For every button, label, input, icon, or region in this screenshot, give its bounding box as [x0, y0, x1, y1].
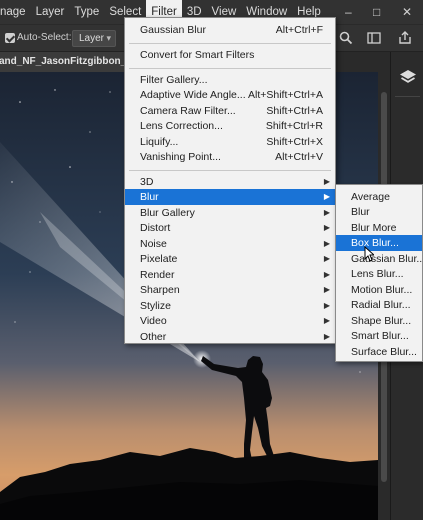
- maximize-button[interactable]: □: [373, 0, 380, 24]
- menu-item-label: Stylize: [140, 300, 171, 312]
- menu-item-liquify[interactable]: Liquify... Shift+Ctrl+X: [125, 134, 335, 150]
- menu-item-label: Blur: [140, 191, 159, 203]
- menu-item-filter-gallery[interactable]: Filter Gallery...: [125, 72, 335, 88]
- menu-item-label: Sharpen: [140, 284, 180, 296]
- menu-item-label: Adaptive Wide Angle...: [140, 89, 246, 101]
- submenu-arrow-icon: ▶: [323, 177, 330, 186]
- menu-item-adaptive-wide-angle[interactable]: Adaptive Wide Angle... Alt+Shift+Ctrl+A: [125, 87, 335, 103]
- menu-item-label: Blur Gallery: [140, 207, 195, 219]
- layers-panel-icon[interactable]: [397, 66, 419, 88]
- menu-item-render[interactable]: Render ▶: [125, 267, 335, 283]
- mouse-cursor-icon: [364, 246, 374, 262]
- workspace-icon[interactable]: [367, 31, 381, 45]
- close-button[interactable]: ✕: [402, 0, 412, 24]
- menu-item-stylize[interactable]: Stylize ▶: [125, 298, 335, 314]
- menu-separator: [129, 43, 331, 44]
- menu-image[interactable]: nage: [0, 0, 31, 24]
- submenu-item-motion-blur[interactable]: Motion Blur...: [336, 282, 422, 298]
- menu-item-other[interactable]: Other ▶: [125, 329, 335, 345]
- auto-select-label: Auto-Select:: [17, 32, 72, 43]
- menu-separator: [129, 170, 331, 171]
- menu-item-label: Lens Correction...: [140, 120, 223, 132]
- submenu-item-lens-blur[interactable]: Lens Blur...: [336, 266, 422, 282]
- submenu-item-shape-blur[interactable]: Shape Blur...: [336, 313, 422, 329]
- menu-item-video[interactable]: Video ▶: [125, 313, 335, 329]
- submenu-item-smart-blur[interactable]: Smart Blur...: [336, 328, 422, 344]
- menu-item-label: Pixelate: [140, 253, 178, 265]
- menu-item-lens-correction[interactable]: Lens Correction... Shift+Ctrl+R: [125, 118, 335, 134]
- submenu-arrow-icon: ▶: [323, 270, 330, 279]
- submenu-item-blur-more[interactable]: Blur More: [336, 220, 422, 236]
- submenu-arrow-icon: ▶: [323, 223, 330, 232]
- submenu-arrow-icon: ▶: [323, 301, 330, 310]
- menu-item-label: Camera Raw Filter...: [140, 105, 236, 117]
- menu-item-label: Liquify...: [140, 136, 179, 148]
- submenu-arrow-icon: ▶: [323, 332, 330, 341]
- menu-item-blur-gallery[interactable]: Blur Gallery ▶: [125, 205, 335, 221]
- blur-submenu: Average Blur Blur More Box Blur... Gauss…: [335, 184, 423, 362]
- submenu-arrow-icon: ▶: [323, 285, 330, 294]
- submenu-arrow-icon: ▶: [323, 192, 330, 201]
- menu-item-distort[interactable]: Distort ▶: [125, 220, 335, 236]
- submenu-item-radial-blur[interactable]: Radial Blur...: [336, 297, 422, 313]
- submenu-arrow-icon: ▶: [323, 239, 330, 248]
- submenu-item-blur[interactable]: Blur: [336, 204, 422, 220]
- shortcut-label: Alt+Ctrl+F: [275, 24, 323, 36]
- menu-item-camera-raw-filter[interactable]: Camera Raw Filter... Shift+Ctrl+A: [125, 103, 335, 119]
- shortcut-label: Shift+Ctrl+R: [265, 120, 323, 132]
- menu-layer[interactable]: Layer: [31, 0, 70, 24]
- menu-item-convert-smart-filters[interactable]: Convert for Smart Filters: [125, 47, 335, 63]
- submenu-item-gaussian-blur[interactable]: Gaussian Blur...: [336, 251, 423, 267]
- menu-item-label: Gaussian Blur: [140, 24, 206, 36]
- menu-separator: [129, 68, 331, 69]
- menu-item-label: Distort: [140, 222, 171, 234]
- submenu-arrow-icon: ▶: [323, 208, 330, 217]
- document-tab[interactable]: and_NF_JasonFitzgibbon_.png: [0, 52, 127, 72]
- auto-select-target-dropdown[interactable]: Layer: [72, 30, 116, 47]
- shortcut-label: Alt+Ctrl+V: [275, 151, 323, 163]
- submenu-item-average[interactable]: Average: [336, 189, 422, 205]
- submenu-arrow-icon: ▶: [323, 254, 330, 263]
- menu-item-label: Filter Gallery...: [140, 74, 208, 86]
- share-icon[interactable]: [398, 30, 412, 45]
- menu-item-label: Video: [140, 315, 167, 327]
- menu-item-sharpen[interactable]: Sharpen ▶: [125, 282, 335, 298]
- menu-item-gaussian-blur-last[interactable]: Gaussian Blur Alt+Ctrl+F: [125, 22, 335, 38]
- shortcut-label: Shift+Ctrl+A: [266, 105, 323, 117]
- menu-item-blur[interactable]: Blur ▶: [125, 189, 335, 205]
- menu-type[interactable]: Type: [69, 0, 104, 24]
- menu-item-noise[interactable]: Noise ▶: [125, 236, 335, 252]
- submenu-item-box-blur[interactable]: Box Blur...: [336, 235, 422, 251]
- menu-item-3d[interactable]: 3D ▶: [125, 174, 335, 190]
- submenu-arrow-icon: ▶: [323, 316, 330, 325]
- menu-item-pixelate[interactable]: Pixelate ▶: [125, 251, 335, 267]
- search-icon[interactable]: [339, 31, 353, 45]
- panel-divider: [395, 96, 420, 97]
- menu-item-label: 3D: [140, 176, 154, 188]
- minimize-button[interactable]: –: [345, 0, 352, 24]
- shortcut-label: Shift+Ctrl+X: [266, 136, 323, 148]
- shortcut-label: Alt+Shift+Ctrl+A: [248, 89, 323, 101]
- auto-select-checkbox[interactable]: [5, 33, 15, 43]
- menu-item-label: Noise: [140, 238, 167, 250]
- menu-item-label: Render: [140, 269, 175, 281]
- menu-item-vanishing-point[interactable]: Vanishing Point... Alt+Ctrl+V: [125, 149, 335, 165]
- menu-item-label: Convert for Smart Filters: [140, 49, 255, 61]
- submenu-item-surface-blur[interactable]: Surface Blur...: [336, 344, 422, 360]
- menu-item-label: Vanishing Point...: [140, 151, 221, 163]
- menu-item-label: Other: [140, 331, 167, 343]
- filter-menu: Gaussian Blur Alt+Ctrl+F Convert for Smar…: [124, 17, 336, 344]
